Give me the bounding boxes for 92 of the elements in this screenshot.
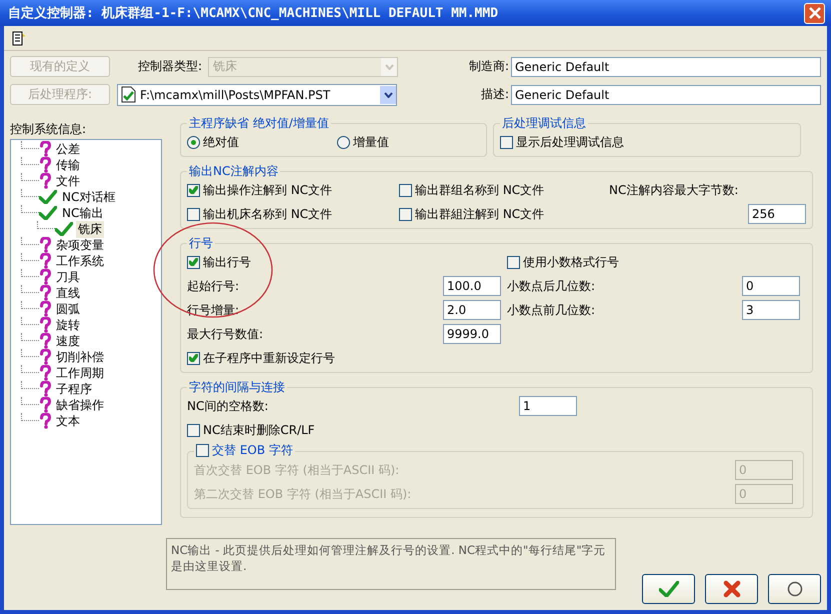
- question-icon: [39, 365, 51, 381]
- checkbox[interactable]: 输出机床名称到 NC文件: [187, 206, 332, 222]
- help-text: NC输出 - 此页提供后处理如何管理注解及行号的设置. NC程式中的"每行结尾"字元是由这里设置.: [166, 538, 616, 590]
- check-icon: [55, 222, 73, 236]
- tree-item[interactable]: 工作系统: [54, 252, 106, 270]
- field-label: NC间的空格数:: [187, 398, 270, 414]
- tree-item[interactable]: 杂项变量: [54, 236, 106, 254]
- toolbar-button[interactable]: [12, 30, 26, 46]
- text-field[interactable]: Generic Default: [511, 84, 821, 104]
- tree-item[interactable]: 直线: [54, 284, 82, 302]
- chevron-icon: [384, 64, 394, 70]
- text-field[interactable]: 1: [519, 396, 577, 416]
- check-icon: [189, 258, 198, 266]
- chevron-icon: [384, 92, 392, 98]
- tree-item[interactable]: 缺省操作: [54, 396, 106, 414]
- group-title: 主程序缺省 绝对值/增量值: [188, 115, 330, 132]
- checkbox[interactable]: 交替 EOB 字符: [196, 442, 293, 459]
- text-field[interactable]: Generic Default: [511, 56, 821, 76]
- tree-item[interactable]: 公差: [54, 140, 82, 158]
- checkbox[interactable]: NC结束时删除CR/LF: [187, 422, 315, 438]
- radio-button[interactable]: 增量值: [337, 134, 389, 150]
- check-icon: [658, 581, 678, 597]
- text-field[interactable]: 9999.0: [443, 324, 501, 344]
- question-icon: [39, 333, 51, 349]
- tree-item[interactable]: 传输: [54, 156, 82, 174]
- check-icon: [189, 354, 198, 362]
- field-label: 描述:: [480, 86, 509, 103]
- window-title: 自定义控制器: 机床群组-1-F:\MCAMX\CNC_MACHINES\MILL DEFAULT MM.MMD: [8, 4, 500, 22]
- tree-item[interactable]: NC输出: [60, 204, 106, 222]
- tree-item[interactable]: 圆弧: [54, 300, 82, 318]
- radio-button[interactable]: 绝对值: [187, 134, 239, 150]
- checkbox[interactable]: 输出操作注解到 NC文件: [187, 182, 332, 198]
- ok-button[interactable]: [642, 574, 695, 604]
- tree-item[interactable]: 子程序: [54, 380, 94, 398]
- field-label: 第二次交替 EOB 字符 (相当于ASCII 码):: [194, 486, 412, 502]
- question-icon: [39, 413, 51, 429]
- text-field[interactable]: 0: [742, 276, 800, 296]
- tree-item[interactable]: 切削补偿: [54, 348, 106, 366]
- question-icon: [39, 317, 51, 333]
- question-icon: [39, 381, 51, 397]
- tree-item[interactable]: 工作周期: [54, 364, 106, 382]
- text-field[interactable]: 2.0: [443, 300, 501, 320]
- field-label: NC注解内容最大字节数:: [609, 182, 740, 198]
- checkbox[interactable]: 输出群組注解到 NC文件: [399, 206, 544, 222]
- question-icon: [39, 253, 51, 269]
- checkbox[interactable]: 输出行号: [187, 254, 251, 270]
- checkbox[interactable]: 输出群组名称到 NC文件: [399, 182, 544, 198]
- tree-item[interactable]: 速度: [54, 332, 82, 350]
- question-icon: [39, 349, 51, 365]
- question-icon: [39, 173, 51, 189]
- field-label: 制造商:: [468, 58, 509, 75]
- post-file-dropdown[interactable]: F:\mcamx\mill\Posts\MPFAN.PST: [117, 84, 397, 106]
- check-icon: [39, 206, 57, 220]
- question-icon: [39, 397, 51, 413]
- document-icon: [12, 30, 26, 46]
- text-field[interactable]: 256: [748, 204, 806, 224]
- question-icon: [39, 237, 51, 253]
- question-icon: [39, 269, 51, 285]
- group-title: 输出NC注解内容: [188, 163, 280, 180]
- cancel-button[interactable]: [705, 574, 758, 604]
- group-title: 行号: [188, 235, 214, 252]
- file-check-icon: [121, 86, 136, 103]
- field-label: 最大行号数值:: [187, 326, 264, 342]
- tree-item[interactable]: 文件: [54, 172, 82, 190]
- checkbox[interactable]: 显示后处理调试信息: [500, 134, 624, 150]
- checkbox[interactable]: 使用小数格式行号: [507, 254, 619, 270]
- tree-item[interactable]: NC对话框: [60, 188, 118, 206]
- check-icon: [39, 190, 57, 204]
- question-icon: [39, 285, 51, 301]
- text-field[interactable]: 3: [742, 300, 800, 320]
- tree-item[interactable]: 刀具: [54, 268, 82, 286]
- cross-icon: [722, 580, 740, 598]
- field-label: 起始行号:: [187, 278, 240, 294]
- field-label: 小数点前几位数:: [507, 302, 596, 318]
- group-title: 字符的间隔与连接: [188, 379, 286, 396]
- field-label: 控制器类型:: [138, 58, 204, 75]
- help-button[interactable]: [768, 574, 821, 604]
- tree-item[interactable]: 铣床: [76, 220, 104, 238]
- question-icon: [39, 141, 51, 157]
- panel-label: 控制系统信息:: [10, 121, 88, 137]
- field-label: 首次交替 EOB 字符 (相当于ASCII 码):: [194, 462, 400, 478]
- text-field[interactable]: 100.0: [443, 276, 501, 296]
- tree-item[interactable]: 旋转: [54, 316, 82, 334]
- checkbox[interactable]: 在子程序中重新设定行号: [187, 350, 335, 366]
- question-icon: [39, 157, 51, 173]
- question-icon: [39, 301, 51, 317]
- tree-item[interactable]: 文本: [54, 412, 82, 430]
- close-button[interactable]: [804, 2, 825, 24]
- check-icon: [189, 186, 198, 194]
- group-title: 后处理调试信息: [501, 115, 587, 132]
- close-icon: [808, 7, 820, 19]
- field-label: 小数点后几位数:: [507, 278, 596, 294]
